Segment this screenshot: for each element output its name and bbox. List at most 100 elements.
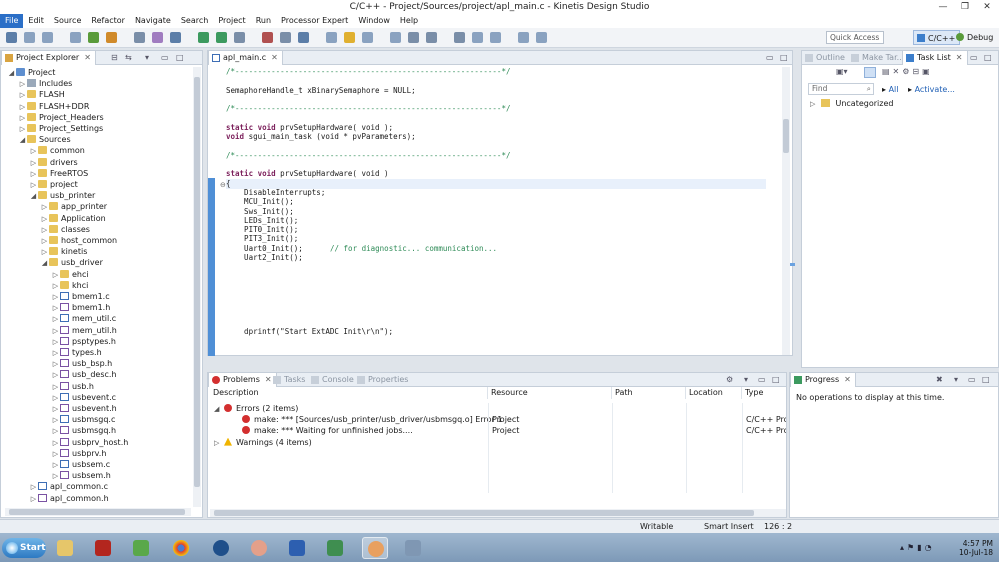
tree-item[interactable]: ▷ psptypes.h xyxy=(51,336,116,347)
toolbar-button-icon[interactable] xyxy=(280,32,291,43)
tree-hscroll-thumb[interactable] xyxy=(9,509,185,515)
column-header-description[interactable]: Description xyxy=(210,387,488,399)
minimize-view-icon[interactable]: ▭ xyxy=(970,53,978,62)
collapse-all-icon[interactable]: ⊟ xyxy=(111,53,118,62)
editor-vertical-scrollbar[interactable] xyxy=(782,67,790,355)
view-menu-icon[interactable]: ▾ xyxy=(954,375,958,384)
tree-item[interactable]: ▷ FLASH+DDR xyxy=(18,101,89,112)
filter-icons[interactable]: ▤✕⚙⊟▣ xyxy=(882,67,933,76)
tree-item[interactable]: ▷ apl_common.c xyxy=(29,481,108,492)
tree-item[interactable]: ▷ usb_bsp.h xyxy=(51,358,112,369)
view-menu-icon[interactable]: ▾ xyxy=(744,375,748,384)
tree-item[interactable]: ▷ usbmsgq.h xyxy=(51,425,116,436)
row-expander-icon[interactable]: ▷ xyxy=(214,438,224,449)
problems-hscroll-thumb[interactable] xyxy=(214,510,754,516)
tab-problems[interactable]: Problems ✕ xyxy=(208,373,277,387)
all-filter-link[interactable]: ▸ All xyxy=(882,85,898,94)
menu-source[interactable]: Source xyxy=(49,14,86,28)
toolbar-button-icon[interactable] xyxy=(326,32,337,43)
close-tab-icon[interactable]: ✕ xyxy=(271,53,278,62)
tree-item[interactable]: ▷ types.h xyxy=(51,347,102,358)
fold-collapse-icon[interactable]: ⊖ xyxy=(220,181,226,189)
menu-project[interactable]: Project xyxy=(213,14,250,28)
remove-all-icon[interactable]: ✖ xyxy=(936,375,943,384)
taskbar-app-gray[interactable] xyxy=(400,537,426,559)
taskbar-pdf[interactable] xyxy=(90,537,116,559)
close-button[interactable]: ✕ xyxy=(976,0,998,14)
tree-item[interactable]: ◢ usb_driver xyxy=(40,257,103,268)
menu-help[interactable]: Help xyxy=(395,14,423,28)
tree-vertical-scrollbar[interactable] xyxy=(193,67,201,507)
minimize-view-icon[interactable]: ▭ xyxy=(758,375,766,384)
taskbar-explorer[interactable] xyxy=(52,537,78,559)
taskbar-clock[interactable]: 4:57 PM 10-Jul-18 xyxy=(959,539,993,557)
problems-row[interactable]: make: *** [Sources/usb_printer/usb_drive… xyxy=(232,414,502,425)
toolbar-button-icon[interactable] xyxy=(298,32,309,43)
overview-ruler-marker[interactable] xyxy=(790,263,795,266)
tree-item[interactable]: ▷ khci xyxy=(51,280,88,291)
tree-item[interactable]: ▷ kinetis xyxy=(40,246,87,257)
tree-item[interactable]: ▷ Includes xyxy=(18,78,72,89)
column-header-location[interactable]: Location xyxy=(686,387,742,399)
maximize-view-icon[interactable]: □ xyxy=(780,53,788,62)
tree-item[interactable]: ▷ FreeRTOS xyxy=(29,168,88,179)
toolbar-button-icon[interactable] xyxy=(152,32,163,43)
task-find-input[interactable]: Find ⌕ xyxy=(808,83,874,95)
maximize-view-icon[interactable]: □ xyxy=(984,53,992,62)
column-header-path[interactable]: Path xyxy=(612,387,686,399)
toolbar-button-icon[interactable] xyxy=(344,32,355,43)
taskbar-app-pink[interactable] xyxy=(246,537,272,559)
column-header-type[interactable]: Type xyxy=(742,387,788,399)
tree-scroll-thumb[interactable] xyxy=(194,77,200,487)
toolbar-button-icon[interactable] xyxy=(234,32,245,43)
toolbar-button-icon[interactable] xyxy=(134,32,145,43)
taskbar-tool[interactable] xyxy=(128,537,154,559)
view-menu-icon[interactable]: ▾ xyxy=(145,53,149,62)
tree-item[interactable]: ▷ Application xyxy=(40,213,106,224)
perspective-debug-button[interactable]: Debug xyxy=(953,30,997,45)
toolbar-button-icon[interactable] xyxy=(88,32,99,43)
menu-run[interactable]: Run xyxy=(251,14,276,28)
tree-item[interactable]: ▷ FLASH xyxy=(18,89,65,100)
toolbar-button-icon[interactable] xyxy=(262,32,273,43)
uncategorized-row[interactable]: ▷ Uncategorized xyxy=(810,99,893,108)
toolbar-button-icon[interactable] xyxy=(216,32,227,43)
tree-item[interactable]: ▷ usb_desc.h xyxy=(51,369,117,380)
tree-item[interactable]: ▷ project xyxy=(29,179,78,190)
tree-item[interactable]: ▷ classes xyxy=(40,224,90,235)
tree-item[interactable]: ▷ host_common xyxy=(40,235,117,246)
tree-item[interactable]: ◢ Sources xyxy=(18,134,71,145)
categorize-icon[interactable] xyxy=(864,67,876,78)
tree-expander-icon[interactable]: ◢ xyxy=(29,191,38,202)
taskbar-browser[interactable] xyxy=(168,537,194,559)
taskbar-kinetis-ide[interactable] xyxy=(362,537,388,559)
tab-apl-main-c[interactable]: apl_main.c ✕ xyxy=(208,51,283,65)
maximize-button[interactable]: ❐ xyxy=(954,0,976,14)
tree-horizontal-scrollbar[interactable] xyxy=(5,508,191,516)
close-tab-icon[interactable]: ✕ xyxy=(84,53,91,62)
menu-processor-expert[interactable]: Processor Expert xyxy=(276,14,353,28)
tree-item[interactable]: ▷ usbprv_host.h xyxy=(51,437,128,448)
row-expander-icon[interactable]: ◢ xyxy=(214,404,224,415)
menu-search[interactable]: Search xyxy=(176,14,213,28)
toolbar-button-icon[interactable] xyxy=(42,32,53,43)
tree-item[interactable]: ▷ Project_Settings xyxy=(18,123,103,134)
tree-item[interactable]: ▷ usb.h xyxy=(51,381,94,392)
filter-icon[interactable]: ⚙ xyxy=(726,375,733,384)
tree-expander-icon[interactable]: ◢ xyxy=(40,258,49,269)
tab-progress[interactable]: Progress ✕ xyxy=(790,373,856,387)
tree-item[interactable]: ▷ usbevent.h xyxy=(51,403,117,414)
tab-outline[interactable]: Outline xyxy=(802,51,849,65)
close-tab-icon[interactable]: ✕ xyxy=(844,375,851,384)
toolbar-button-icon[interactable] xyxy=(472,32,483,43)
tab-tasks[interactable]: Tasks xyxy=(270,373,309,387)
toolbar-button-icon[interactable] xyxy=(70,32,81,43)
toolbar-button-icon[interactable] xyxy=(490,32,501,43)
tree-item[interactable]: ◢ Project xyxy=(7,67,55,78)
toolbar-button-icon[interactable] xyxy=(408,32,419,43)
column-header-resource[interactable]: Resource xyxy=(488,387,612,399)
tree-item[interactable]: ▷ usbprv.h xyxy=(51,448,106,459)
taskbar-app-blue[interactable] xyxy=(208,537,234,559)
tree-item[interactable]: ◢ usb_printer xyxy=(29,190,95,201)
tree-item[interactable]: ▷ drivers xyxy=(29,157,78,168)
